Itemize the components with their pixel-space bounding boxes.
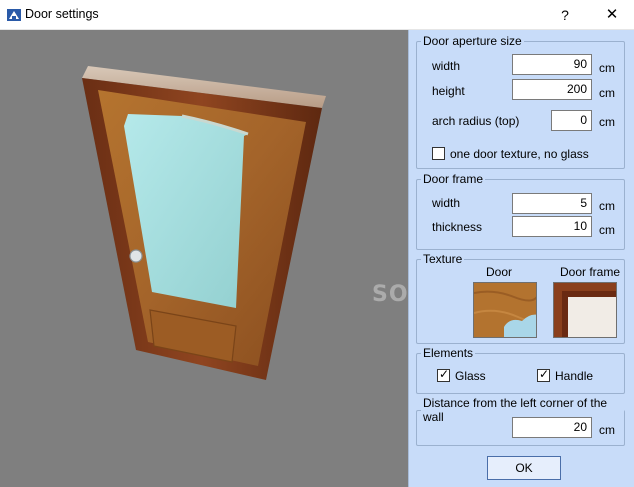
frame-width-label: width [432, 196, 461, 210]
frame-thickness-input[interactable]: 10 [512, 216, 592, 237]
aperture-width-label: width [432, 59, 461, 73]
single-texture-checkbox[interactable] [432, 147, 445, 160]
distance-input[interactable]: 20 [512, 417, 592, 438]
glass-label: Glass [455, 369, 486, 383]
aperture-height-label: height [432, 84, 465, 98]
glass-checkbox[interactable] [437, 367, 450, 382]
aperture-width-input[interactable]: 90 [512, 54, 592, 75]
frame-width-unit: cm [599, 199, 615, 213]
frame-thickness-label: thickness [432, 220, 483, 234]
arch-radius-label: arch radius (top) [432, 114, 520, 128]
door-frame-texture-swatch[interactable] [553, 282, 617, 338]
app-icon [7, 9, 21, 21]
single-texture-label: one door texture, no glass [450, 147, 589, 161]
door-handle [129, 249, 143, 263]
aperture-legend: Door aperture size [423, 34, 522, 48]
frame-thickness-unit: cm [599, 223, 615, 237]
frame-width-input[interactable]: 5 [512, 193, 592, 214]
elements-legend: Elements [423, 346, 474, 360]
distance-unit: cm [599, 423, 615, 437]
texture-door-label: Door [486, 265, 513, 279]
aperture-height-unit: cm [599, 86, 615, 100]
close-button[interactable]: ✕ [590, 0, 634, 30]
arch-radius-input[interactable]: 0 [551, 110, 592, 131]
handle-label: Handle [555, 369, 594, 383]
frame-legend: Door frame [423, 172, 484, 186]
aperture-height-input[interactable]: 200 [512, 79, 592, 100]
help-button[interactable]: ? [546, 0, 584, 30]
watermark: SOFTPEDIA [372, 282, 408, 307]
texture-frame-label: Door frame [560, 265, 621, 279]
title-bar: Door settings ? ✕ [0, 0, 634, 30]
handle-checkbox[interactable] [537, 367, 550, 382]
settings-panel: Door aperture size width 90 cm height 20… [408, 30, 634, 487]
ok-button[interactable]: OK [487, 456, 561, 480]
arch-radius-unit: cm [599, 115, 615, 129]
aperture-width-unit: cm [599, 61, 615, 75]
texture-legend: Texture [423, 252, 463, 266]
door-texture-swatch[interactable] [473, 282, 537, 338]
window-title: Door settings [25, 7, 99, 21]
door-3d-preview[interactable]: SOFTPEDIA [0, 30, 408, 487]
door-3d-render [82, 66, 326, 380]
